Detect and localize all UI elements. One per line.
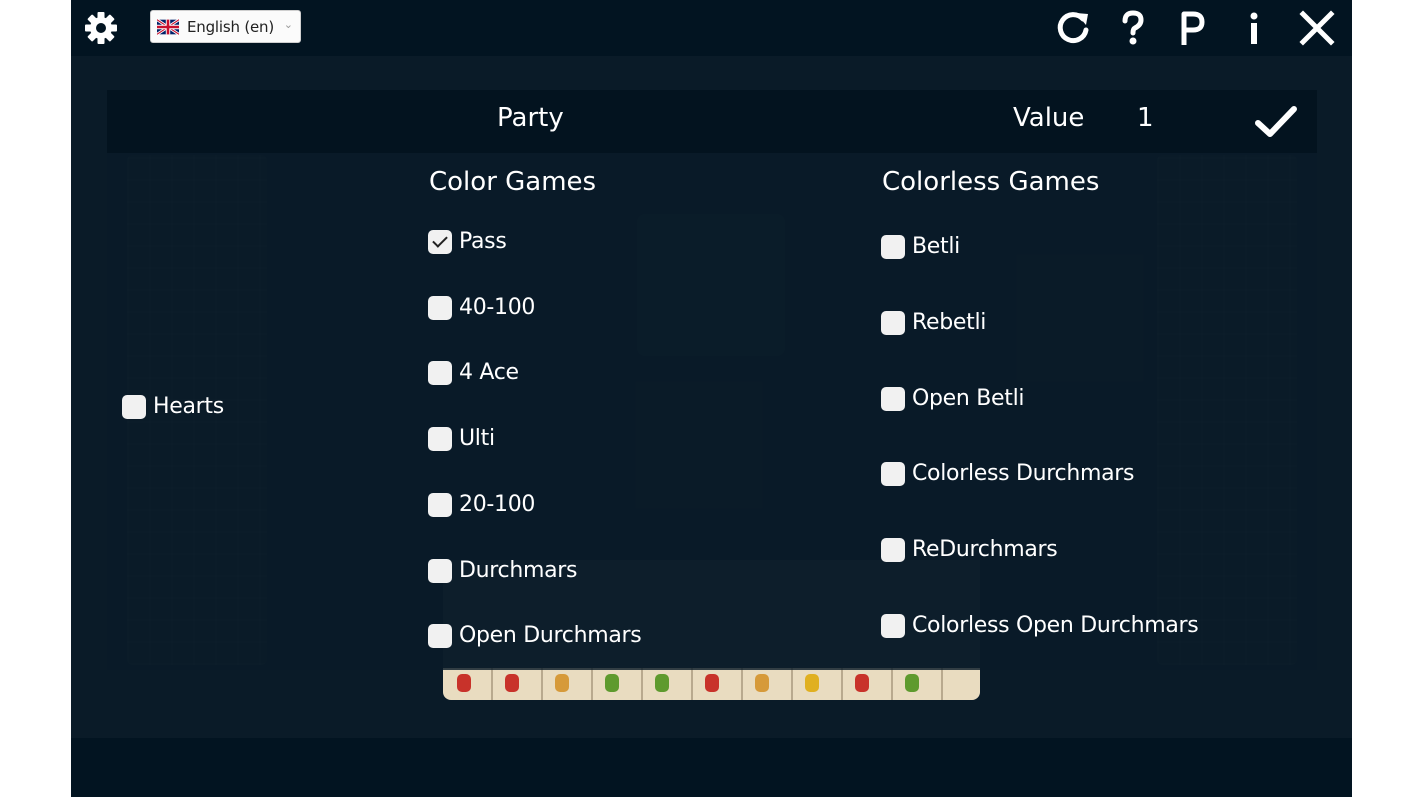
value-label: Value <box>1013 103 1085 133</box>
colorless-open-durchmars-checkbox[interactable] <box>881 614 905 638</box>
rebetli-checkbox[interactable] <box>881 310 905 335</box>
party-label: Party <box>497 103 564 133</box>
language-label: English (en) <box>187 18 274 36</box>
open-betli-checkbox[interactable] <box>881 386 905 411</box>
info-icon[interactable] <box>1234 8 1274 48</box>
20-100-checkbox[interactable] <box>428 492 452 517</box>
color-games-title: Color Games <box>429 167 597 197</box>
open-betli-label: Open Betli <box>912 385 1025 411</box>
dialog-header <box>107 90 1317 153</box>
hand-cards-strip <box>443 668 980 700</box>
colorless-durchmars-checkbox[interactable] <box>881 462 905 487</box>
uk-flag-icon <box>157 18 179 36</box>
4-ace-label: 4 Ace <box>459 360 519 386</box>
confirm-check-icon[interactable] <box>1254 104 1298 140</box>
close-icon[interactable] <box>1297 8 1337 48</box>
40-100-label: 40-100 <box>459 294 536 320</box>
chevron-down-icon: ⌄ <box>283 18 293 31</box>
language-select[interactable]: English (en) ⌄ <box>150 10 301 43</box>
colorless-durchmars-label: Colorless Durchmars <box>912 461 1135 487</box>
hearts-label: Hearts <box>153 394 224 419</box>
betli-label: Betli <box>912 234 960 259</box>
durchmars-checkbox[interactable] <box>428 558 452 583</box>
top-bar: English (en) ⌄ <box>71 0 1352 56</box>
rebetli-label: Rebetli <box>912 309 987 335</box>
reload-icon[interactable] <box>1053 8 1093 48</box>
park-icon[interactable] <box>1172 8 1212 48</box>
20-100-label: 20-100 <box>459 491 536 517</box>
ulti-checkbox[interactable] <box>428 427 452 452</box>
bid-value: 1 <box>1137 103 1154 133</box>
pass-checkbox[interactable] <box>428 230 452 254</box>
bid-dialog-overlay <box>107 90 1317 670</box>
gear-icon[interactable] <box>83 10 119 46</box>
open-durchmars-checkbox[interactable] <box>428 624 452 649</box>
hearts-checkbox[interactable] <box>122 395 146 419</box>
colorless-open-durchmars-label: Colorless Open Durchmars <box>912 613 1199 638</box>
redurchmars-checkbox[interactable] <box>881 538 905 563</box>
help-icon[interactable] <box>1113 8 1153 48</box>
ulti-label: Ulti <box>459 426 495 452</box>
durchmars-label: Durchmars <box>459 557 578 583</box>
bottom-bar <box>71 738 1352 797</box>
game-window: English (en) ⌄ Party Value 1 Hearts Colo… <box>71 0 1352 797</box>
betli-checkbox[interactable] <box>881 235 905 259</box>
pass-label: Pass <box>459 229 507 254</box>
open-durchmars-label: Open Durchmars <box>459 623 642 649</box>
4-ace-checkbox[interactable] <box>428 361 452 386</box>
40-100-checkbox[interactable] <box>428 295 452 320</box>
redurchmars-label: ReDurchmars <box>912 537 1058 563</box>
colorless-games-title: Colorless Games <box>882 167 1100 197</box>
